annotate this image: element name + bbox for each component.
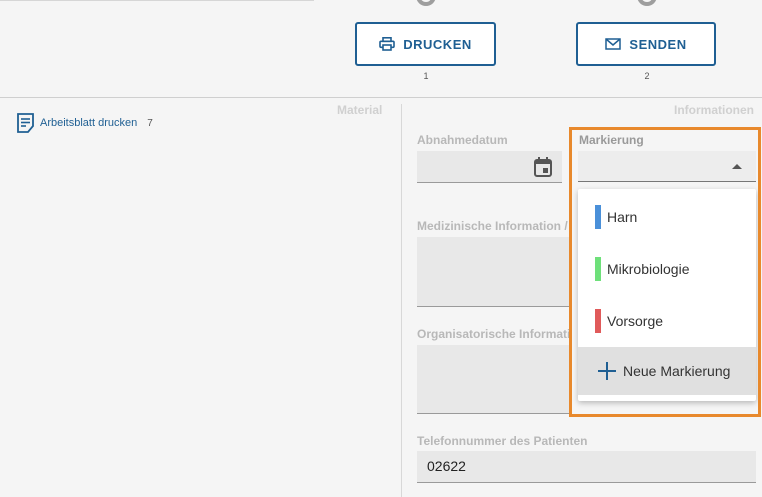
column-divider	[401, 104, 402, 497]
print-worksheet-link[interactable]: Arbeitsblatt drucken 7	[17, 113, 153, 133]
patient-phone-field[interactable]: 02622	[417, 451, 756, 483]
marking-option-label: Harn	[607, 209, 638, 225]
print-button[interactable]: DRUCKEN	[355, 22, 496, 66]
header-divider	[0, 97, 762, 98]
medical-info-label: Medizinische Information / Di	[417, 219, 569, 233]
organizational-info-label: Organisatorische Information	[417, 327, 569, 341]
print-step-number: 1	[423, 71, 429, 81]
print-button-label: DRUCKEN	[403, 36, 472, 52]
caret-up-icon	[732, 164, 742, 169]
plus-icon	[598, 362, 616, 380]
organizational-info-field[interactable]	[417, 345, 569, 414]
print-worksheet-label: Arbeitsblatt drucken	[40, 117, 138, 129]
print-worksheet-count: 7	[147, 117, 153, 129]
marking-dropdown-menu: Harn Mikrobiologie Vorsorge Neue Markier…	[578, 189, 756, 401]
top-divider	[0, 0, 314, 1]
envelope-icon	[605, 38, 622, 50]
collection-date-field[interactable]	[417, 151, 562, 183]
patient-phone-label: Telefonnummer des Patienten	[417, 434, 588, 448]
printer-icon	[379, 37, 396, 51]
send-button[interactable]: SENDEN	[576, 22, 716, 66]
marking-option-harn[interactable]: Harn	[578, 193, 756, 241]
send-button-label: SENDEN	[629, 36, 687, 52]
material-section-title: Material	[337, 103, 383, 117]
document-icon	[17, 113, 34, 133]
color-swatch	[595, 257, 601, 281]
information-section-title: Informationen	[674, 103, 754, 117]
calendar-icon[interactable]	[534, 157, 552, 177]
marking-option-label: Mikrobiologie	[607, 261, 690, 277]
step-connector-stub	[637, 0, 657, 6]
medical-info-field[interactable]	[417, 237, 569, 307]
color-swatch	[595, 205, 601, 229]
collection-date-label: Abnahmedatum	[417, 133, 508, 147]
color-swatch	[595, 309, 601, 333]
send-step-number: 2	[644, 71, 650, 81]
marking-label: Markierung	[579, 133, 644, 147]
marking-option-vorsorge[interactable]: Vorsorge	[578, 297, 756, 345]
step-connector-stub	[416, 0, 436, 6]
marking-option-label: Vorsorge	[607, 313, 664, 329]
new-marking-button[interactable]: Neue Markierung	[578, 347, 756, 395]
marking-option-mikrobiologie[interactable]: Mikrobiologie	[578, 245, 756, 293]
new-marking-label: Neue Markierung	[623, 363, 731, 379]
marking-select[interactable]	[578, 151, 756, 182]
